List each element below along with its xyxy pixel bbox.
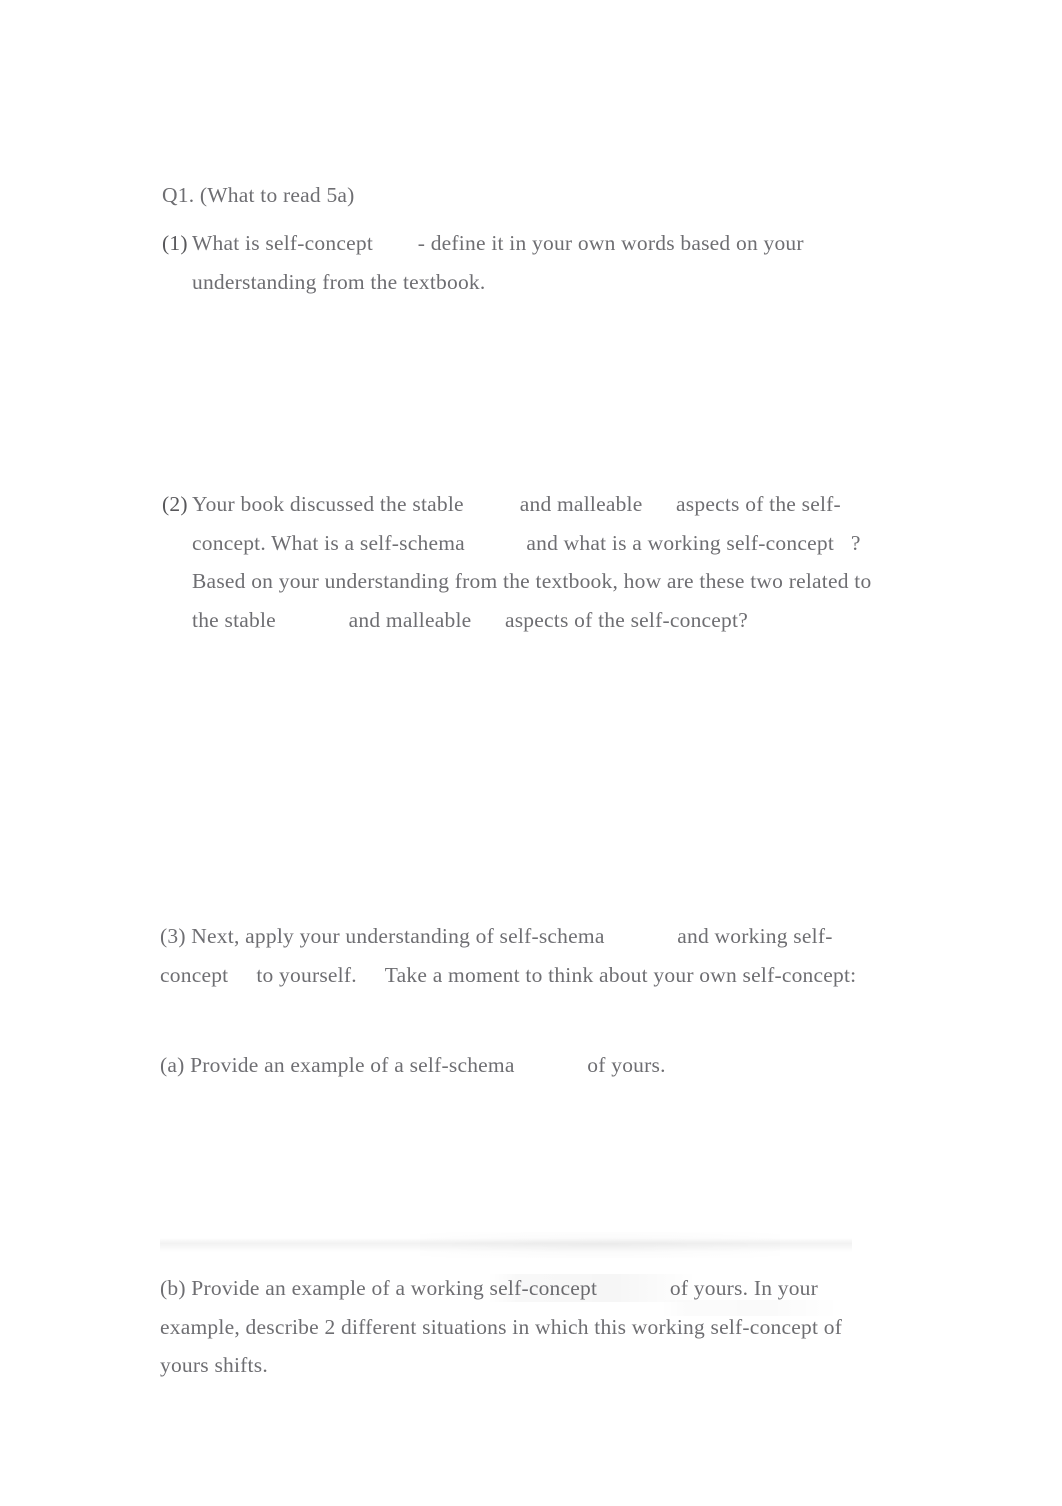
list-item-a-text: (a) Provide an example of a self-schema …	[160, 1053, 666, 1077]
list-item-2: (2) Your book discussed the stable and m…	[162, 485, 874, 639]
redacted-gap	[605, 917, 678, 956]
redacted-gap	[834, 524, 851, 563]
redacted-gap	[643, 485, 677, 524]
list-item-1: (1) What is self-concept - define it in …	[162, 224, 874, 301]
redacted-gap	[464, 485, 520, 524]
redacted-gap	[228, 956, 256, 995]
list-marker-2: (2)	[162, 492, 188, 516]
redacted-gap	[471, 601, 505, 640]
page-break-shadow	[160, 1238, 852, 1252]
list-item-b-text: (b) Provide an example of a working self…	[160, 1276, 842, 1377]
redacted-gap	[597, 1269, 670, 1308]
list-item-3-text: (3) Next, apply your understanding of se…	[160, 924, 856, 987]
document-page: Q1. (What to read 5a) (1) What is self-c…	[0, 0, 1062, 1506]
list-item-3: (3) Next, apply your understanding of se…	[160, 917, 876, 994]
redacted-gap	[276, 601, 349, 640]
redacted-gap	[515, 1046, 588, 1085]
redacted-gap	[357, 956, 385, 995]
redacted-gap	[373, 224, 418, 263]
redacted-gap	[465, 524, 527, 563]
list-item-a: (a) Provide an example of a self-schema …	[160, 1046, 874, 1085]
list-item-2-text: Your book discussed the stable and malle…	[192, 485, 874, 639]
list-marker-1: (1)	[162, 231, 188, 255]
list-item-1-text: What is self-concept - define it in your…	[192, 224, 874, 301]
scan-smudge	[420, 1232, 780, 1258]
page-title: Q1. (What to read 5a)	[162, 183, 355, 207]
list-item-b: (b) Provide an example of a working self…	[160, 1269, 860, 1385]
